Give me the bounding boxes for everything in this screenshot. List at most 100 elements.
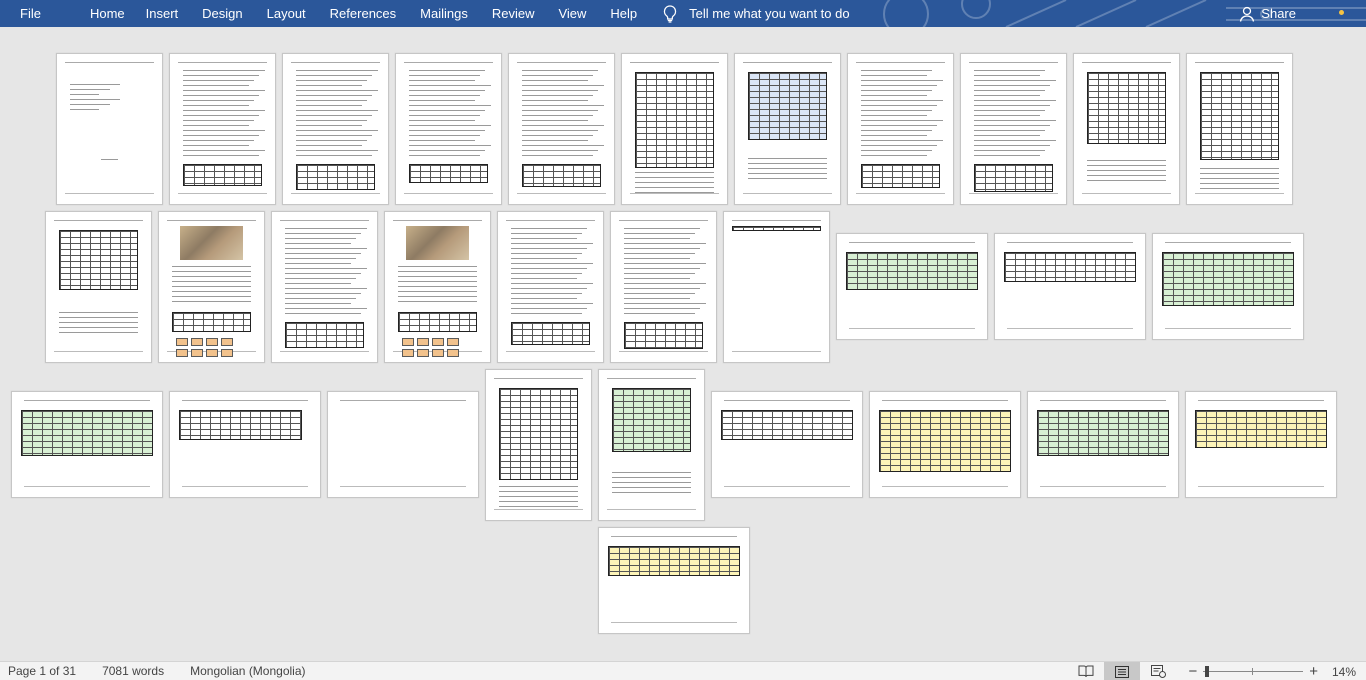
page-thumbnail[interactable] [45,211,152,363]
share-button[interactable]: Share [1239,0,1296,27]
read-mode-button[interactable] [1068,662,1104,680]
table-block [732,226,821,231]
page-thumbnail[interactable] [1185,391,1337,498]
text-line [510,263,593,264]
print-layout-button[interactable] [1104,662,1140,680]
text-line [182,100,254,101]
menu-mailings[interactable]: Mailings [408,0,480,27]
page-thumbnail[interactable] [384,211,491,363]
page-footer-line [1040,486,1166,489]
page-thumbnail[interactable] [327,391,479,498]
page-footer-line [882,486,1008,489]
page-header-line [619,218,708,221]
page-header-line [1165,240,1291,243]
menu-review[interactable]: Review [480,0,547,27]
text-line [295,110,378,111]
page-thumbnail[interactable] [847,53,954,205]
text-line [182,70,265,71]
word-count[interactable]: 7081 words [102,664,164,678]
menu-view[interactable]: View [546,0,598,27]
tell-me-search[interactable]: Tell me what you want to do [663,4,850,23]
text-line [521,125,604,126]
text-line [408,105,491,106]
page-thumbnail[interactable] [169,53,276,205]
text-line [171,296,252,297]
page-thumbnail[interactable] [485,369,592,521]
text-line [623,293,695,294]
text-line [498,501,579,502]
text-line [295,115,373,116]
table-block [1086,72,1167,144]
text-line [397,271,478,272]
text-line [623,298,690,299]
person-icon [1240,6,1255,22]
zoom-in-button[interactable]: + [1309,662,1318,680]
page-thumbnail[interactable] [56,53,163,205]
table-block [397,312,478,332]
page-thumbnail[interactable] [497,211,604,363]
text-line [860,100,943,101]
text-line [295,150,378,151]
zoom-level[interactable]: 14% [1332,665,1356,679]
page-thumbnail[interactable] [395,53,502,205]
menu-help[interactable]: Help [598,0,649,27]
page-footer-line [280,351,369,354]
page-thumbnail[interactable] [836,233,988,340]
page-thumbnail[interactable] [282,53,389,205]
page-count[interactable]: Page 1 of 31 [8,664,76,678]
page-header-line [54,218,143,221]
text-line [747,158,828,159]
page-thumbnail[interactable] [994,233,1146,340]
menu-file[interactable]: File [0,0,81,27]
text-line [634,172,715,173]
text-line [510,298,577,299]
diagram-box [220,349,233,357]
menu-layout[interactable]: Layout [255,0,318,27]
text-line [295,95,373,96]
page-thumbnail[interactable] [960,53,1067,205]
book-icon [1078,665,1094,678]
document-canvas[interactable] [0,27,1366,661]
page-thumbnail[interactable] [1027,391,1179,498]
text-line [611,472,692,473]
page-thumbnail[interactable] [711,391,863,498]
page-thumbnail[interactable] [158,211,265,363]
page-thumbnail[interactable] [1073,53,1180,205]
page-thumbnail[interactable] [869,391,1021,498]
text-line [182,155,260,156]
text-line [182,90,265,91]
text-line [510,293,582,294]
text-line [295,130,378,131]
text-line [408,155,480,156]
text-line [284,258,356,259]
page-thumbnail[interactable] [734,53,841,205]
page-thumbnail[interactable] [610,211,717,363]
menu-references[interactable]: References [318,0,408,27]
text-line [408,95,480,96]
zoom-out-button[interactable]: − [1188,662,1197,680]
page-thumbnail[interactable] [508,53,615,205]
page-header-line [849,240,975,243]
text-line [623,273,695,274]
page-thumbnail[interactable] [1186,53,1293,205]
text-line [860,125,938,126]
page-thumbnail[interactable] [271,211,378,363]
page-thumbnail[interactable] [598,527,750,634]
menu-insert[interactable]: Insert [134,0,191,27]
page-thumbnail[interactable] [1152,233,1304,340]
zoom-slider[interactable] [1203,662,1304,680]
menu-home[interactable]: Home [81,0,134,27]
page-footer-line [1007,328,1133,331]
page-thumbnail[interactable] [598,369,705,521]
language-indicator[interactable]: Mongolian (Mongolia) [190,664,305,678]
page-thumbnail[interactable] [723,211,830,363]
page-thumbnail[interactable] [169,391,321,498]
page-thumbnail[interactable] [621,53,728,205]
menu-design[interactable]: Design [190,0,254,27]
zoom-slider-thumb[interactable] [1205,666,1210,677]
web-layout-button[interactable] [1140,662,1176,680]
text-line [973,80,1056,81]
page-thumbnail[interactable] [11,391,163,498]
page-header-line [1198,398,1324,401]
text-line [623,313,695,314]
